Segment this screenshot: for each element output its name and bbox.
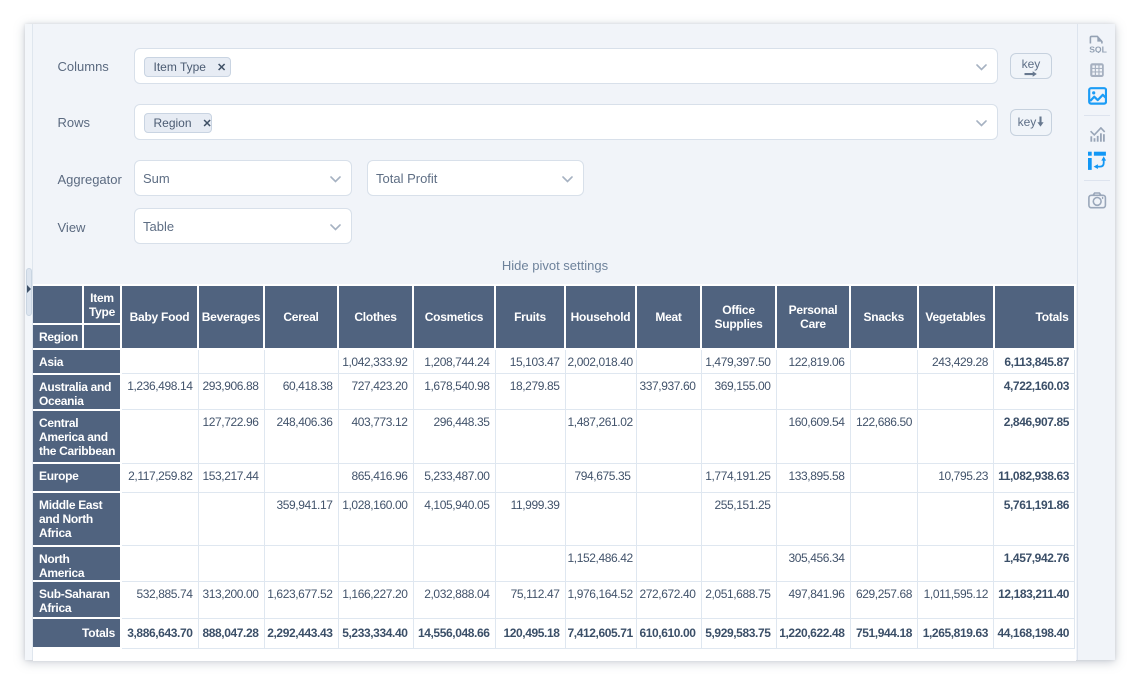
svg-text:SQL: SQL (1089, 44, 1107, 53)
